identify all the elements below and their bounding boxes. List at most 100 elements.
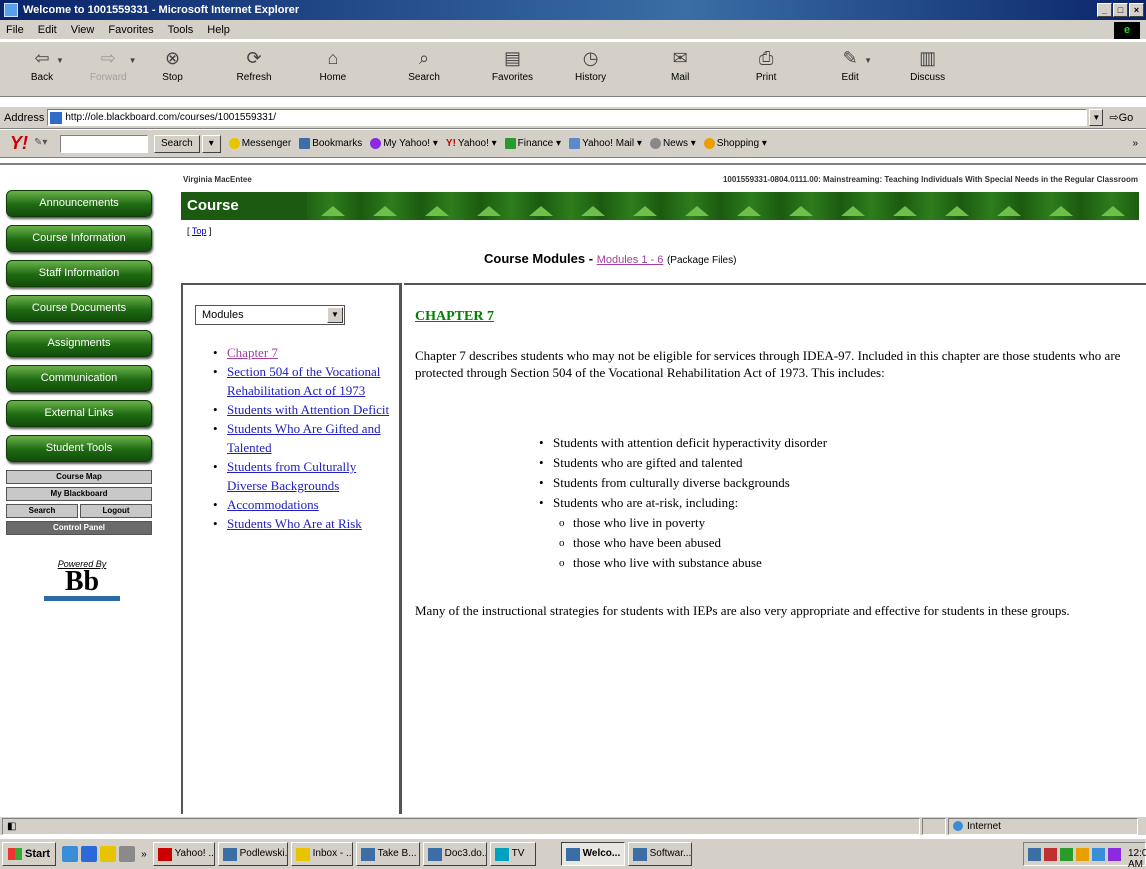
- nav-assignments[interactable]: Assignments: [6, 330, 152, 357]
- tray-antivirus-icon[interactable]: [1044, 847, 1057, 861]
- nav-external-links[interactable]: External Links: [6, 400, 152, 427]
- yahoo-search-input[interactable]: [60, 134, 148, 153]
- menu-help[interactable]: Help: [207, 24, 230, 36]
- print-button[interactable]: ⎙ Print: [754, 46, 778, 84]
- tray-volume-icon[interactable]: [1092, 847, 1105, 861]
- chapter-heading-link[interactable]: CHAPTER 7: [415, 309, 494, 325]
- banner-decoration-icon: [1101, 206, 1125, 216]
- forward-dropdown-icon[interactable]: ▼: [129, 56, 137, 65]
- menu-tools[interactable]: Tools: [168, 24, 194, 36]
- menu-favorites[interactable]: Favorites: [108, 24, 153, 36]
- home-button[interactable]: ⌂ Home: [320, 46, 347, 84]
- task-tv[interactable]: TV: [489, 842, 536, 866]
- yahoo-shopping[interactable]: Shopping ▾: [703, 138, 767, 149]
- powered-by-blackboard[interactable]: Powered By Bb: [44, 559, 120, 601]
- toc-link-chapter-7[interactable]: Chapter 7: [227, 345, 278, 360]
- list-item: Accommodations: [213, 495, 393, 514]
- address-input[interactable]: http://ole.blackboard.com/courses/100155…: [47, 109, 1088, 126]
- search-nav-button[interactable]: Search: [6, 504, 78, 518]
- address-dropdown-icon[interactable]: ▼: [1089, 109, 1104, 126]
- outlook-icon[interactable]: [100, 846, 117, 862]
- toc-link-attention-deficit[interactable]: Students with Attention Deficit: [227, 402, 389, 417]
- security-zone: Internet: [948, 817, 1138, 835]
- back-button[interactable]: ⇦ Back: [30, 46, 54, 84]
- toolbar-overflow-icon[interactable]: »: [1132, 138, 1138, 149]
- tray-messenger-icon[interactable]: [1076, 847, 1089, 861]
- nav-course-documents[interactable]: Course Documents: [6, 295, 152, 322]
- yahoo-home[interactable]: Y! Yahoo! ▾: [446, 138, 497, 149]
- quick-launch: [62, 846, 136, 862]
- stop-button[interactable]: ⊗ Stop: [161, 46, 185, 84]
- back-arrow-icon: ⇦: [34, 47, 50, 68]
- yahoo-news[interactable]: News ▾: [649, 138, 696, 149]
- ie-quick-icon[interactable]: [81, 846, 98, 862]
- discuss-button[interactable]: ▥ Discuss: [910, 46, 946, 84]
- search-button[interactable]: ⌕ Search: [408, 46, 440, 84]
- yahoo-search-dropdown-icon[interactable]: ▾: [201, 134, 221, 153]
- menu-view[interactable]: View: [71, 24, 95, 36]
- nav-course-information[interactable]: Course Information: [6, 225, 152, 252]
- toc-link-at-risk[interactable]: Students Who Are at Risk: [227, 516, 362, 531]
- yahoo-finance[interactable]: Finance ▾: [504, 138, 561, 149]
- maximize-button[interactable]: □: [1113, 3, 1128, 17]
- course-map-button[interactable]: Course Map: [6, 470, 152, 484]
- top-link[interactable]: Top: [192, 226, 207, 236]
- tray-network-icon[interactable]: [1028, 847, 1041, 861]
- nav-announcements[interactable]: Announcements: [6, 190, 152, 217]
- task-doc3[interactable]: Doc3.do...: [422, 842, 487, 866]
- toc-link-accommodations[interactable]: Accommodations: [227, 497, 319, 512]
- task-inbox[interactable]: Inbox - ...: [290, 842, 353, 866]
- menu-edit[interactable]: Edit: [38, 24, 57, 36]
- minimize-button[interactable]: _: [1097, 3, 1112, 17]
- edit-dropdown-icon[interactable]: ▼: [864, 56, 872, 65]
- discuss-label: Discuss: [910, 72, 946, 83]
- yahoo-messenger[interactable]: Messenger: [228, 138, 291, 149]
- quick-launch-overflow-icon[interactable]: »: [141, 849, 147, 860]
- task-take-b[interactable]: Take B...: [355, 842, 420, 866]
- control-panel-button[interactable]: Control Panel: [6, 521, 152, 535]
- start-button[interactable]: Start: [2, 842, 57, 866]
- yahoo-search-button[interactable]: Search: [154, 134, 200, 153]
- desktop-icon[interactable]: [62, 846, 79, 862]
- nav-staff-information[interactable]: Staff Information: [6, 260, 152, 287]
- mail-button[interactable]: ✉ Mail: [668, 46, 692, 84]
- modules-heading: Course Modules - Modules 1 - 6 (Package …: [484, 251, 736, 266]
- yahoo-mail-label: Yahoo! Mail: [582, 138, 635, 149]
- modules-select[interactable]: Modules ▼: [195, 305, 345, 325]
- yahoo-bookmarks[interactable]: Bookmarks: [299, 138, 362, 149]
- yahoo-mail[interactable]: Yahoo! Mail ▾: [569, 138, 642, 149]
- forward-button[interactable]: ⇨ Forward: [90, 46, 127, 84]
- toc-link-section-504[interactable]: Section 504 of the Vocational Rehabilita…: [227, 364, 380, 398]
- windows-flag-icon: [8, 848, 22, 860]
- menu-file[interactable]: File: [6, 24, 24, 36]
- logout-button[interactable]: Logout: [80, 504, 152, 518]
- back-dropdown-icon[interactable]: ▼: [56, 56, 64, 65]
- modules-link[interactable]: Modules 1 - 6: [597, 254, 664, 266]
- banner-decoration-icon: [945, 206, 969, 216]
- select-dropdown-icon[interactable]: ▼: [327, 307, 343, 323]
- task-software[interactable]: Softwar...: [627, 842, 692, 866]
- media-icon[interactable]: [119, 846, 136, 862]
- task-welcome[interactable]: Welco...: [560, 842, 625, 866]
- tray-misc-icon[interactable]: [1108, 847, 1121, 861]
- nav-student-tools[interactable]: Student Tools: [6, 435, 152, 462]
- tray-app-icon[interactable]: [1060, 847, 1073, 861]
- toc-link-gifted-talented[interactable]: Students Who Are Gifted and Talented: [227, 421, 381, 455]
- history-label: History: [575, 72, 607, 83]
- nav-communication[interactable]: Communication: [6, 365, 152, 392]
- yahoo-options-icon[interactable]: ✎▾: [34, 137, 58, 151]
- toc-link-culturally-diverse[interactable]: Students from Culturally Diverse Backgro…: [227, 459, 356, 493]
- close-button[interactable]: ×: [1129, 3, 1144, 17]
- go-button[interactable]: ⇨Go: [1109, 111, 1133, 124]
- yahoo-logo[interactable]: Y!: [10, 133, 28, 154]
- refresh-button[interactable]: ⟳ Refresh: [237, 46, 272, 84]
- task-yahoo[interactable]: Yahoo! ...: [152, 842, 215, 866]
- taskbar-clock[interactable]: 12:00 AM: [1128, 848, 1146, 869]
- my-blackboard-button[interactable]: My Blackboard: [6, 487, 152, 501]
- history-button[interactable]: ◷ History: [575, 46, 607, 84]
- edit-button[interactable]: ✎ Edit: [838, 46, 862, 84]
- task-podlewski[interactable]: Podlewski...: [217, 842, 288, 866]
- yahoo-my-yahoo[interactable]: My Yahoo! ▾: [370, 138, 438, 149]
- favorites-button[interactable]: ▤ Favorites: [492, 46, 533, 84]
- banner-decoration-icon: [425, 206, 449, 216]
